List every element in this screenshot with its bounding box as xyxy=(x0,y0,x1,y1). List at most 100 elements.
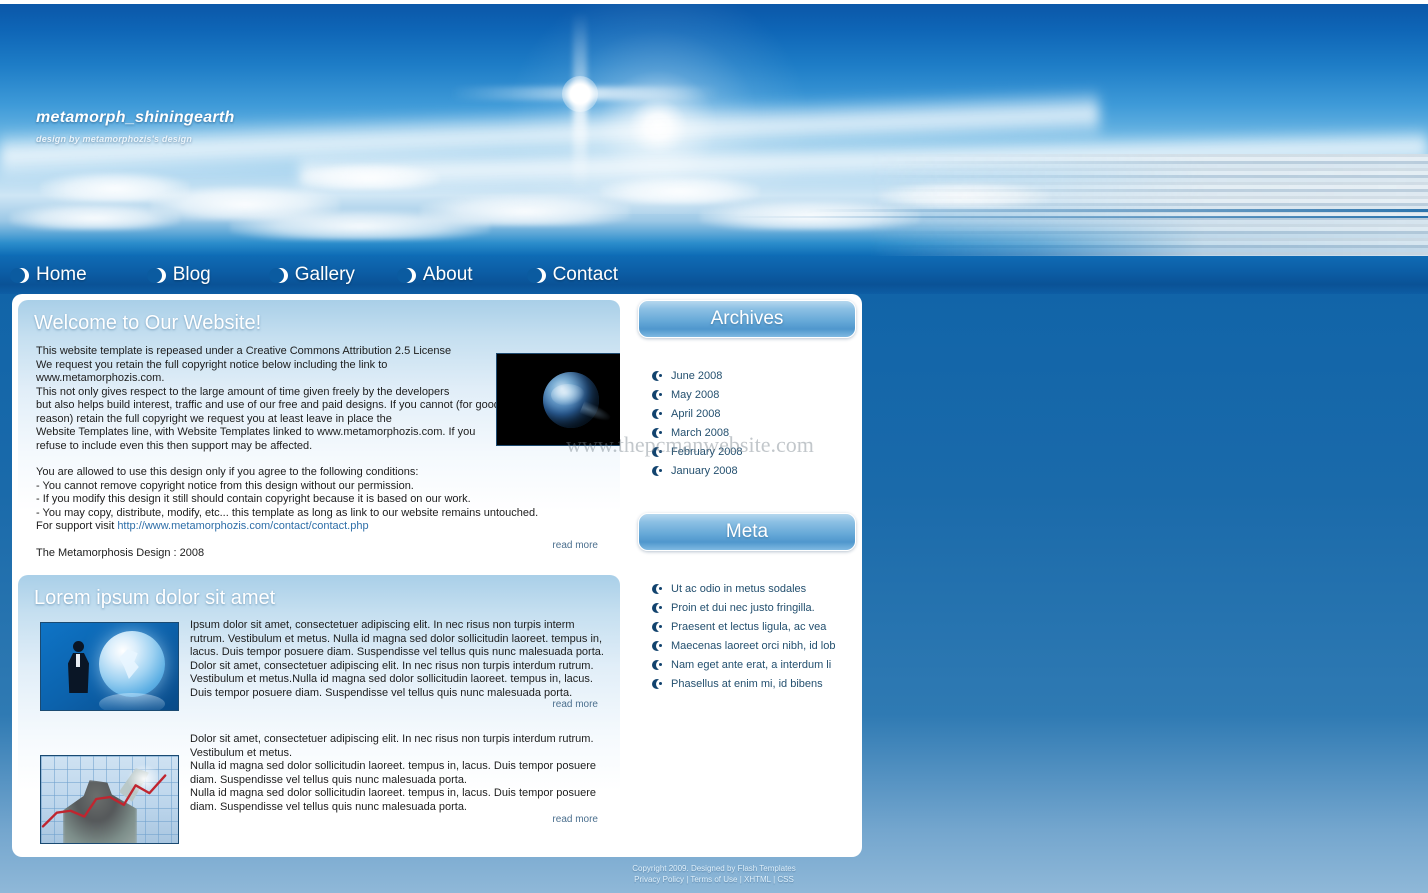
lorem-block2-line: Dolor sit amet, consectetuer adipiscing … xyxy=(190,733,594,759)
footer-link-xhtml[interactable]: XHTML xyxy=(744,875,771,884)
nav-item-home[interactable]: Home xyxy=(10,264,87,286)
footer-link-css[interactable]: CSS xyxy=(777,875,793,884)
conditions-intro: You are allowed to use this design only … xyxy=(36,466,419,478)
archives-item[interactable]: March 2008 xyxy=(638,423,856,442)
support-line: For support visit http://www.metamorphoz… xyxy=(36,520,602,534)
meta-title: Meta xyxy=(725,521,769,542)
archives-item-label: June 2008 xyxy=(671,369,723,382)
meta-item[interactable]: Nam eget ante erat, a interdum li xyxy=(638,655,856,674)
crescent-moon-icon xyxy=(268,267,288,283)
lorem-title: Lorem ipsum dolor sit amet xyxy=(34,587,276,609)
nav-item-about[interactable]: About xyxy=(396,264,473,286)
archives-item[interactable]: January 2008 xyxy=(638,461,856,480)
condition-item: - If you modify this design it still sho… xyxy=(36,493,471,505)
read-more-lorem-2[interactable]: read more xyxy=(552,814,598,825)
crescent-moon-bullet-icon xyxy=(652,621,666,632)
nav-label: Gallery xyxy=(294,264,355,285)
motion-streaks xyxy=(868,154,1428,256)
streak-line xyxy=(728,216,1428,218)
growth-trend-line xyxy=(41,774,167,828)
crescent-moon-bullet-icon xyxy=(652,678,666,689)
welcome-title: Welcome to Our Website! xyxy=(34,312,262,334)
archives-list: June 2008 May 2008 April 2008 March 2008… xyxy=(638,344,856,477)
streak-line xyxy=(808,209,1428,212)
archives-item[interactable]: February 2008 xyxy=(638,442,856,461)
meta-item[interactable]: Phasellus at enim mi, id bibens xyxy=(638,674,856,693)
crescent-moon-icon xyxy=(396,267,416,283)
cloud-puff xyxy=(10,204,180,230)
meta-item[interactable]: Maecenas laoreet orci nibh, id lob xyxy=(638,636,856,655)
archives-item[interactable]: April 2008 xyxy=(638,404,856,423)
lorem-block2-text: Dolor sit amet, consectetuer adipiscing … xyxy=(190,733,618,814)
welcome-panel: Welcome to Our Website! This website tem… xyxy=(18,300,620,564)
top-white-border xyxy=(0,0,1428,4)
silhouette-shirt xyxy=(76,654,80,667)
lorem-panel: Lorem ipsum dolor sit amet Ipsum dolor s… xyxy=(18,575,620,845)
crescent-moon-bullet-icon xyxy=(652,370,666,381)
nav-label: About xyxy=(422,264,473,285)
crescent-moon-bullet-icon xyxy=(652,446,666,457)
footer-link-privacy-policy[interactable]: Privacy Policy xyxy=(634,875,684,884)
footer-link-terms-of-use[interactable]: Terms of Use xyxy=(690,875,737,884)
read-more-welcome[interactable]: read more xyxy=(552,540,598,551)
crescent-moon-icon xyxy=(10,267,29,283)
businessman-silhouette xyxy=(67,641,89,697)
archives-item-label: March 2008 xyxy=(671,426,730,439)
crescent-moon-bullet-icon xyxy=(652,389,666,400)
cloud-puff xyxy=(230,210,490,240)
archives-item-label: February 2008 xyxy=(671,445,743,458)
nav-label: Contact xyxy=(552,264,619,285)
meta-item-label: Phasellus at enim mi, id bibens xyxy=(671,677,823,690)
crescent-moon-bullet-icon xyxy=(652,583,666,594)
nav-label: Blog xyxy=(172,264,211,285)
read-more-lorem-1[interactable]: read more xyxy=(552,699,598,710)
support-label: For support visit xyxy=(36,520,118,532)
crescent-moon-icon xyxy=(526,267,546,283)
archives-item-label: April 2008 xyxy=(671,407,721,420)
globe-reflection xyxy=(99,693,165,710)
crescent-moon-bullet-icon xyxy=(652,659,666,670)
crescent-moon-bullet-icon xyxy=(652,640,666,651)
archives-item[interactable]: June 2008 xyxy=(638,366,856,385)
meta-item-label: Nam eget ante erat, a interdum li xyxy=(671,658,832,671)
crescent-moon-bullet-icon xyxy=(652,465,666,476)
archives-item-label: January 2008 xyxy=(671,464,738,477)
silhouette-head xyxy=(73,641,84,652)
businessman-globe-thumbnail[interactable] xyxy=(40,622,179,711)
meta-item-label: Praesent et lectus ligula, ac vea xyxy=(671,620,827,633)
page-footer: Copyright 2009. Designed by Flash Templa… xyxy=(0,857,1428,893)
business-growth-chart-thumbnail[interactable] xyxy=(40,755,179,844)
nav-item-blog[interactable]: Blog xyxy=(146,264,211,286)
lorem-block1-text: Ipsum dolor sit amet, consectetuer adipi… xyxy=(190,619,604,699)
crescent-moon-bullet-icon xyxy=(652,408,666,419)
sidebar-archives: Archives June 2008 May 2008 April 2008 M… xyxy=(638,300,856,477)
archives-item-label: May 2008 xyxy=(671,388,720,401)
meta-item[interactable]: Praesent et lectus ligula, ac vea xyxy=(638,617,856,636)
main-navigation: Home Blog Gallery About Contact xyxy=(0,256,1428,294)
meta-header: Meta xyxy=(638,513,856,551)
earth-globe-graphic xyxy=(543,372,599,428)
nav-item-gallery[interactable]: Gallery xyxy=(268,264,355,286)
crescent-moon-bullet-icon xyxy=(652,427,666,438)
lorem-block2-line: Nulla id magna sed dolor sollicitudin la… xyxy=(190,787,596,813)
site-tagline: design by metamorphozis's design xyxy=(36,134,193,144)
sidebar-meta: Meta Ut ac odio in metus sodales Proin e… xyxy=(638,513,856,705)
lorem-block2-line: Nulla id magna sed dolor sollicitudin la… xyxy=(190,760,596,786)
nav-item-contact[interactable]: Contact xyxy=(526,264,619,286)
archives-item[interactable]: May 2008 xyxy=(638,385,856,404)
meta-item[interactable]: Proin et dui nec justo fringilla. xyxy=(638,598,856,617)
condition-item: - You cannot remove copyright notice fro… xyxy=(36,479,414,492)
archives-title: Archives xyxy=(710,308,784,329)
condition-item: - You may copy, distribute, modify, etc.… xyxy=(36,506,539,519)
crescent-moon-icon xyxy=(146,267,166,283)
earth-from-space-photo: ▮▮▮ xyxy=(496,353,620,446)
signature-line: The Metamorphosis Design : 2008 xyxy=(36,546,205,559)
meta-item[interactable]: Ut ac odio in metus sodales xyxy=(638,579,856,598)
hero-banner: metamorph_shiningearth design by metamor… xyxy=(0,4,1428,256)
site-title: metamorph_shiningearth xyxy=(36,109,235,126)
page-root: metamorph_shiningearth design by metamor… xyxy=(0,0,1428,893)
support-link[interactable]: http://www.metamorphozis.com/contact/con… xyxy=(117,520,368,532)
footer-links: Privacy Policy | Terms of Use | XHTML | … xyxy=(0,874,1428,885)
